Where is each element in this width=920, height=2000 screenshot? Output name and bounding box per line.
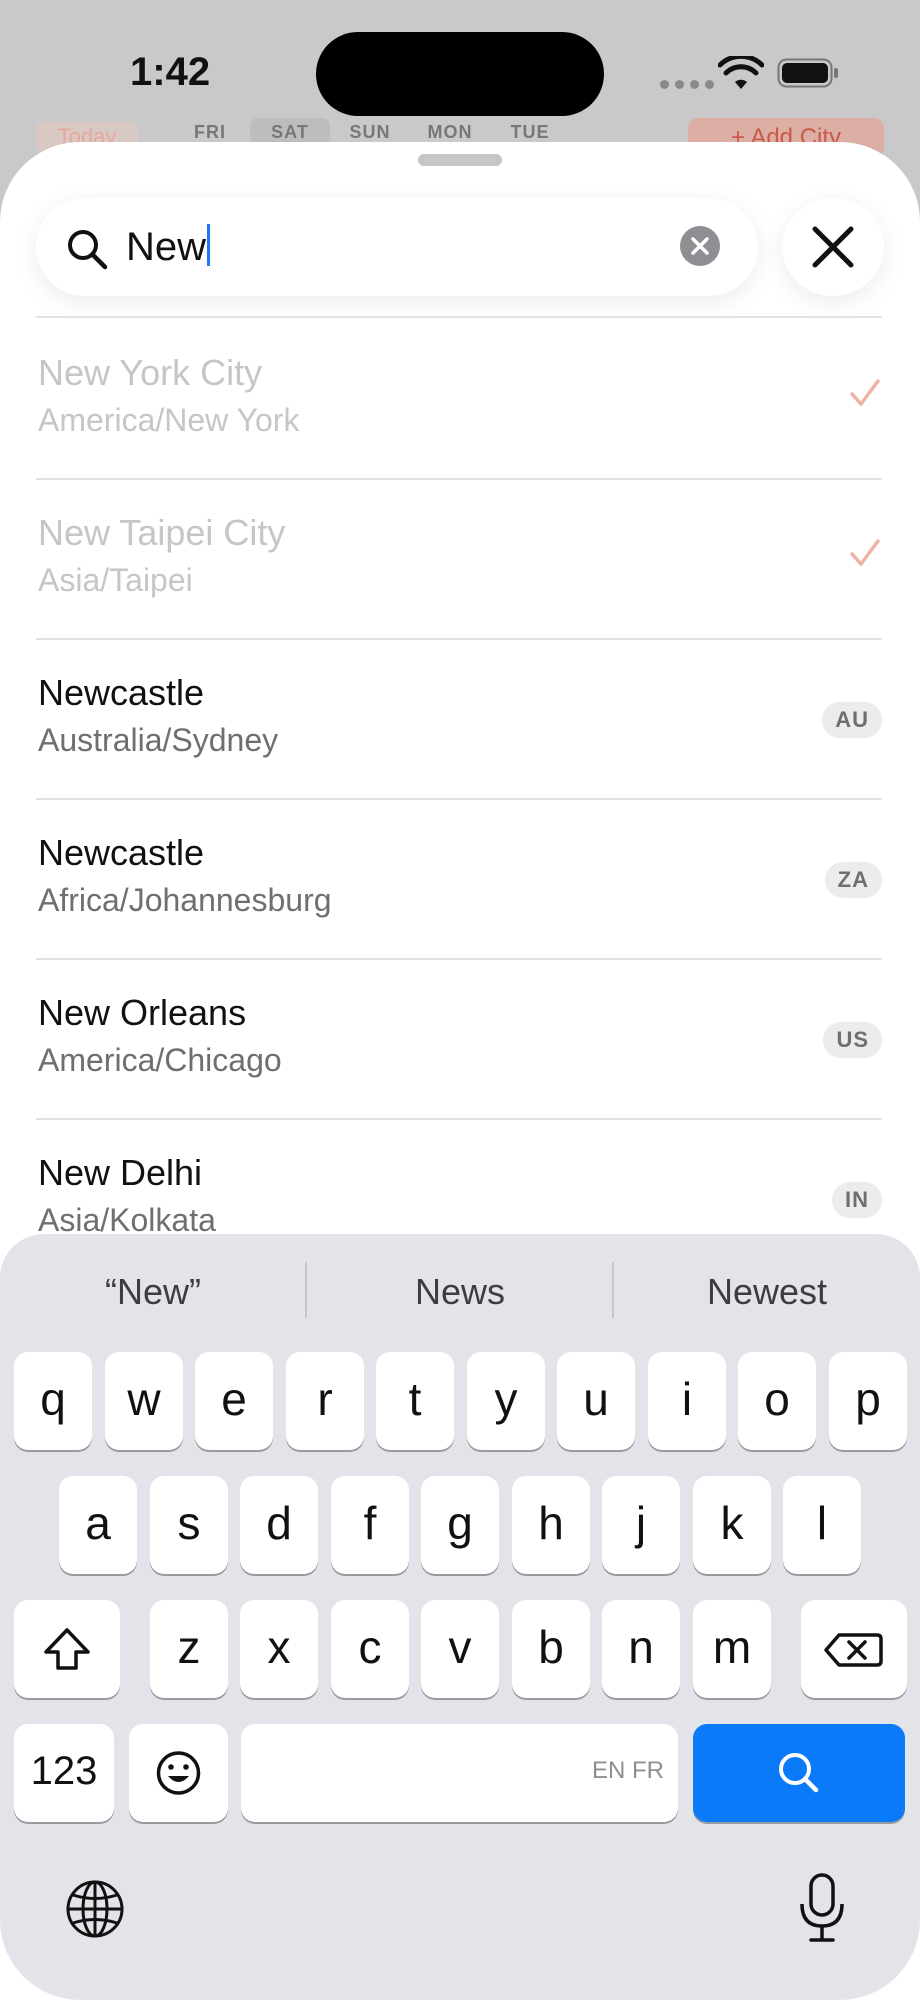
key-c[interactable]: c xyxy=(331,1600,409,1698)
key-h[interactable]: h xyxy=(512,1476,590,1574)
city-name: Newcastle xyxy=(38,832,205,873)
search-key[interactable] xyxy=(693,1724,905,1822)
shift-key[interactable] xyxy=(14,1600,120,1698)
key-i[interactable]: i xyxy=(648,1352,726,1450)
space-language-hint: EN FR xyxy=(592,1757,664,1784)
timezone-name: America/Chicago xyxy=(38,1042,282,1078)
wifi-icon xyxy=(718,56,764,89)
checkmark-icon xyxy=(850,379,880,406)
checkmark-icon xyxy=(850,539,880,566)
key-n[interactable]: n xyxy=(602,1600,680,1698)
city-name: New York City xyxy=(38,352,263,393)
key-w[interactable]: w xyxy=(105,1352,183,1450)
key-u[interactable]: u xyxy=(557,1352,635,1450)
key-b[interactable]: b xyxy=(512,1600,590,1698)
country-badge: ZA xyxy=(824,862,882,898)
city-name: New Taipei City xyxy=(38,512,286,553)
suggestion-item[interactable]: “New” xyxy=(0,1262,306,1322)
key-y[interactable]: y xyxy=(467,1352,545,1450)
microphone-icon[interactable] xyxy=(796,1872,848,1944)
numbers-key[interactable]: 123 xyxy=(14,1724,114,1822)
key-j[interactable]: j xyxy=(602,1476,680,1574)
delete-icon xyxy=(824,1633,883,1667)
suggestion-item[interactable]: Newest xyxy=(614,1262,920,1322)
key-s[interactable]: s xyxy=(150,1476,228,1574)
cellular-signal-icon xyxy=(660,80,714,89)
key-q[interactable]: q xyxy=(14,1352,92,1450)
timezone-name: Asia/Taipei xyxy=(38,562,193,598)
shift-icon xyxy=(44,1628,90,1670)
dynamic-island xyxy=(316,32,604,116)
key-e[interactable]: e xyxy=(195,1352,273,1450)
result-row[interactable]: New York City America/New York xyxy=(36,318,882,480)
key-x[interactable]: x xyxy=(240,1600,318,1698)
city-name: Newcastle xyxy=(38,672,205,713)
clear-icon xyxy=(691,237,709,255)
key-a[interactable]: a xyxy=(59,1476,137,1574)
result-row[interactable]: New Orleans America/Chicago US xyxy=(36,958,882,1120)
country-badge: AU xyxy=(822,702,882,738)
globe-icon[interactable] xyxy=(64,1878,126,1940)
city-name: New Delhi xyxy=(38,1152,203,1193)
timezone-name: Africa/Johannesburg xyxy=(38,882,332,918)
country-badge: US xyxy=(823,1022,882,1058)
key-m[interactable]: m xyxy=(693,1600,771,1698)
key-l[interactable]: l xyxy=(783,1476,861,1574)
key-k[interactable]: k xyxy=(693,1476,771,1574)
close-button[interactable] xyxy=(782,198,884,296)
result-row[interactable]: New Taipei City Asia/Taipei xyxy=(36,478,882,640)
result-row[interactable]: Newcastle Australia/Sydney AU xyxy=(36,638,882,800)
key-t[interactable]: t xyxy=(376,1352,454,1450)
key-d[interactable]: d xyxy=(240,1476,318,1574)
key-g[interactable]: g xyxy=(421,1476,499,1574)
key-r[interactable]: r xyxy=(286,1352,364,1450)
key-v[interactable]: v xyxy=(421,1600,499,1698)
search-input[interactable]: New xyxy=(126,223,211,271)
country-badge: IN xyxy=(832,1182,882,1218)
city-name: New Orleans xyxy=(38,992,247,1033)
space-key[interactable]: EN FR xyxy=(241,1724,678,1822)
timezone-name: Australia/Sydney xyxy=(38,722,279,758)
timezone-name: America/New York xyxy=(38,402,300,438)
result-row[interactable]: Newcastle Africa/Johannesburg ZA xyxy=(36,798,882,960)
clear-search-button[interactable] xyxy=(680,226,720,266)
sheet-grabber[interactable] xyxy=(418,154,502,166)
search-query: New xyxy=(126,225,207,269)
key-o[interactable]: o xyxy=(738,1352,816,1450)
delete-key[interactable] xyxy=(801,1600,907,1698)
search-icon xyxy=(779,1753,819,1793)
close-icon xyxy=(812,226,854,268)
suggestion-item[interactable]: News xyxy=(307,1262,613,1322)
emoji-key[interactable] xyxy=(129,1724,228,1822)
search-icon xyxy=(68,230,108,270)
battery-icon xyxy=(777,58,838,88)
status-time: 1:42 xyxy=(130,50,211,94)
text-caret xyxy=(207,224,211,266)
emoji-icon xyxy=(156,1751,201,1795)
key-p[interactable]: p xyxy=(829,1352,907,1450)
key-f[interactable]: f xyxy=(331,1476,409,1574)
key-z[interactable]: z xyxy=(150,1600,228,1698)
